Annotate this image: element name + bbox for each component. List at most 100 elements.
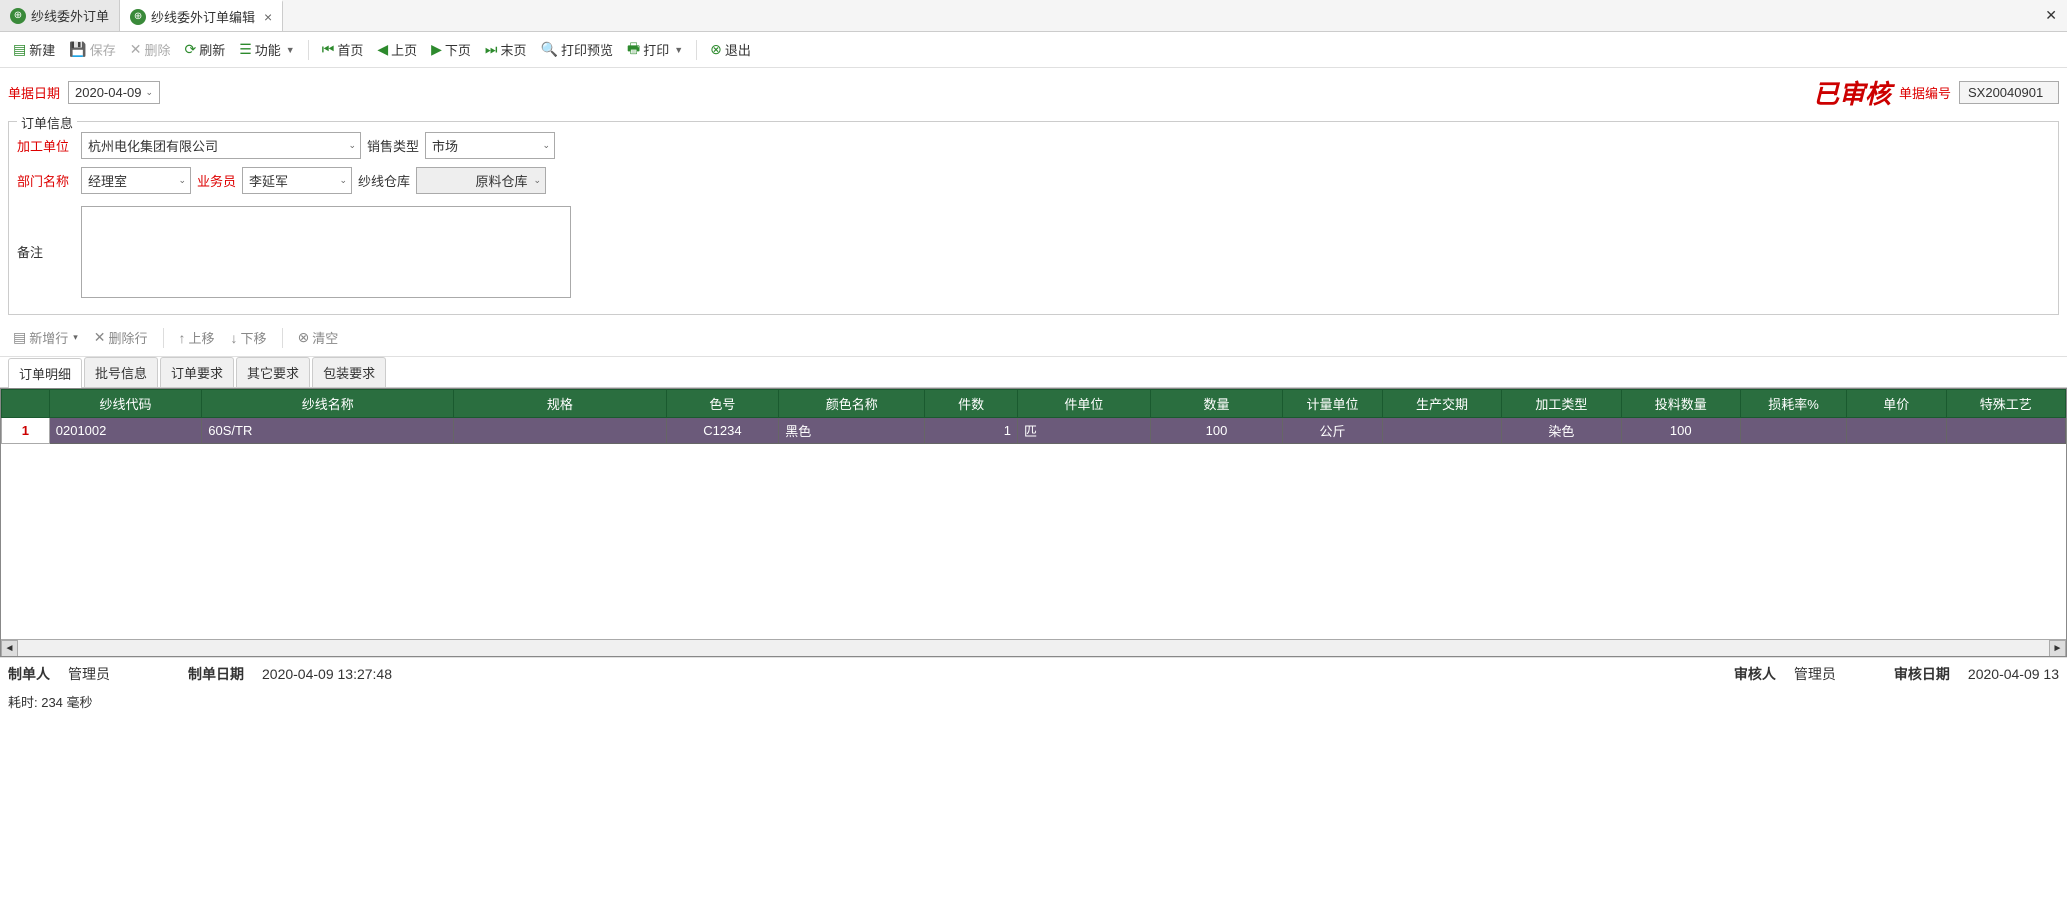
new-button[interactable]: ▤新建 — [8, 37, 60, 62]
doc-no-field[interactable]: SX20040901 — [1959, 81, 2059, 104]
subtab-detail[interactable]: 订单明细 — [8, 358, 82, 388]
last-label: 末页 — [501, 40, 527, 59]
next-page-button[interactable]: ▶下页 — [426, 37, 476, 62]
delete-button[interactable]: ✕删除 — [125, 37, 176, 62]
exit-button[interactable]: ⊗退出 — [705, 37, 756, 62]
first-icon: ⏮ — [322, 41, 335, 58]
col-qty[interactable]: 数量 — [1150, 390, 1283, 418]
scroll-right-icon[interactable]: ► — [2049, 640, 2066, 657]
col-price[interactable]: 单价 — [1847, 390, 1946, 418]
detail-grid: 纱线代码 纱线名称 规格 色号 颜色名称 件数 件单位 数量 计量单位 生产交期… — [0, 388, 2067, 657]
move-up-button[interactable]: ↑上移 — [174, 325, 220, 350]
delete-row-button[interactable]: ✕删除行 — [89, 325, 153, 350]
chevron-down-icon: ▼ — [286, 45, 295, 55]
up-label: 上移 — [189, 328, 215, 347]
close-icon[interactable]: × — [264, 9, 272, 25]
functions-button[interactable]: ☰功能▼ — [234, 37, 300, 62]
add-row-label: 新增行 — [29, 328, 68, 347]
grid-header-row: 纱线代码 纱线名称 规格 色号 颜色名称 件数 件单位 数量 计量单位 生产交期… — [2, 390, 2066, 418]
col-deliv-date[interactable]: 生产交期 — [1382, 390, 1501, 418]
chevron-down-icon: ▾ — [73, 332, 78, 343]
last-page-button[interactable]: ⏭末页 — [480, 37, 532, 62]
row-number: 1 — [2, 418, 50, 444]
scroll-left-icon[interactable]: ◄ — [1, 640, 18, 657]
subtab-other-req[interactable]: 其它要求 — [236, 357, 310, 387]
subtab-batch[interactable]: 批号信息 — [84, 357, 158, 387]
save-label: 保存 — [90, 40, 116, 59]
col-piece-unit[interactable]: 件单位 — [1018, 390, 1151, 418]
salesman-combo[interactable]: 李延军⌄ — [242, 167, 352, 194]
dept-combo[interactable]: 经理室⌄ — [81, 167, 191, 194]
cell-input-qty[interactable]: 100 — [1621, 418, 1740, 444]
refresh-label: 刷新 — [199, 40, 225, 59]
new-label: 新建 — [29, 40, 55, 59]
cell-color-no[interactable]: C1234 — [666, 418, 779, 444]
col-input-qty[interactable]: 投料数量 — [1621, 390, 1740, 418]
up-icon: ↑ — [179, 330, 186, 346]
col-special[interactable]: 特殊工艺 — [1946, 390, 2065, 418]
clear-button[interactable]: ⊗清空 — [293, 325, 344, 350]
subtab-order-req[interactable]: 订单要求 — [160, 357, 234, 387]
grid-empty-area — [1, 444, 2066, 639]
save-button[interactable]: 💾保存 — [64, 37, 120, 62]
cell-yarn-code[interactable]: 0201002 — [49, 418, 202, 444]
yarn-wh-combo[interactable]: 原料仓库⌄ — [416, 167, 546, 194]
dept-value: 经理室 — [88, 171, 127, 190]
cell-spec[interactable] — [454, 418, 666, 444]
add-row-button[interactable]: ▤新增行▾ — [8, 325, 83, 350]
col-loss-rate[interactable]: 损耗率% — [1740, 390, 1846, 418]
chevron-down-icon: ⌄ — [542, 140, 550, 151]
move-down-button[interactable]: ↓下移 — [226, 325, 272, 350]
scroll-track[interactable] — [18, 640, 2049, 656]
subtab-pack-req[interactable]: 包装要求 — [312, 357, 386, 387]
print-button[interactable]: 🖶打印▼ — [622, 35, 688, 65]
prev-page-button[interactable]: ◀上页 — [372, 37, 422, 62]
col-process-type[interactable]: 加工类型 — [1502, 390, 1621, 418]
horizontal-scrollbar[interactable]: ◄ ► — [1, 639, 2066, 656]
tab-yarn-order-edit[interactable]: ⊕ 纱线委外订单编辑 × — [120, 0, 283, 31]
window-close-icon[interactable]: ✕ — [2045, 7, 2057, 24]
print-preview-button[interactable]: 🔍打印预览 — [536, 37, 618, 62]
remark-textarea[interactable] — [81, 206, 571, 298]
preview-icon: 🔍 — [541, 41, 558, 58]
refresh-button[interactable]: ⟳刷新 — [179, 37, 230, 62]
col-color-no[interactable]: 色号 — [666, 390, 779, 418]
table-row[interactable]: 1 0201002 60S/TR C1234 黑色 1 匹 100 公斤 染色 … — [2, 418, 2066, 444]
cell-pieces[interactable]: 1 — [925, 418, 1018, 444]
cell-loss-rate[interactable] — [1740, 418, 1846, 444]
audit-date-value: 2020-04-09 13 — [1968, 666, 2059, 682]
sale-type-combo[interactable]: 市场⌄ — [425, 132, 555, 159]
cell-process-type[interactable]: 染色 — [1502, 418, 1621, 444]
clear-icon: ⊗ — [298, 329, 310, 346]
cell-color-name[interactable]: 黑色 — [779, 418, 925, 444]
cell-deliv-date[interactable] — [1382, 418, 1501, 444]
cell-price[interactable] — [1847, 418, 1946, 444]
footer-bar: 制单人 管理员 制单日期 2020-04-09 13:27:48 审核人 管理员… — [0, 657, 2067, 690]
audit-stamp: 已审核 — [1813, 74, 1891, 111]
new-icon: ▤ — [13, 41, 26, 58]
fieldset-legend: 订单信息 — [17, 113, 77, 132]
maker-value: 管理员 — [68, 664, 110, 684]
first-label: 首页 — [337, 40, 363, 59]
next-icon: ▶ — [431, 41, 442, 58]
cell-yarn-name[interactable]: 60S/TR — [202, 418, 454, 444]
col-color-name[interactable]: 颜色名称 — [779, 390, 925, 418]
print-icon: 🖶 — [627, 38, 640, 62]
down-label: 下移 — [241, 328, 267, 347]
col-uom[interactable]: 计量单位 — [1283, 390, 1382, 418]
process-unit-combo[interactable]: 杭州电化集团有限公司⌄ — [81, 132, 361, 159]
header-row: 单据日期 2020-04-09 ⌄ 已审核 单据编号 SX20040901 — [0, 68, 2067, 117]
date-input[interactable]: 2020-04-09 ⌄ — [68, 81, 160, 104]
cell-qty[interactable]: 100 — [1150, 418, 1283, 444]
main-toolbar: ▤新建 💾保存 ✕删除 ⟳刷新 ☰功能▼ ⏮首页 ◀上页 ▶下页 ⏭末页 🔍打印… — [0, 32, 2067, 68]
col-yarn-name[interactable]: 纱线名称 — [202, 390, 454, 418]
col-yarn-code[interactable]: 纱线代码 — [49, 390, 202, 418]
col-spec[interactable]: 规格 — [454, 390, 666, 418]
tab-label: 纱线委外订单编辑 — [151, 7, 255, 26]
first-page-button[interactable]: ⏮首页 — [317, 37, 369, 62]
col-pieces[interactable]: 件数 — [925, 390, 1018, 418]
tab-yarn-order[interactable]: ⊕ 纱线委外订单 — [0, 0, 120, 31]
cell-piece-unit[interactable]: 匹 — [1018, 418, 1151, 444]
cell-special[interactable] — [1946, 418, 2065, 444]
cell-uom[interactable]: 公斤 — [1283, 418, 1382, 444]
